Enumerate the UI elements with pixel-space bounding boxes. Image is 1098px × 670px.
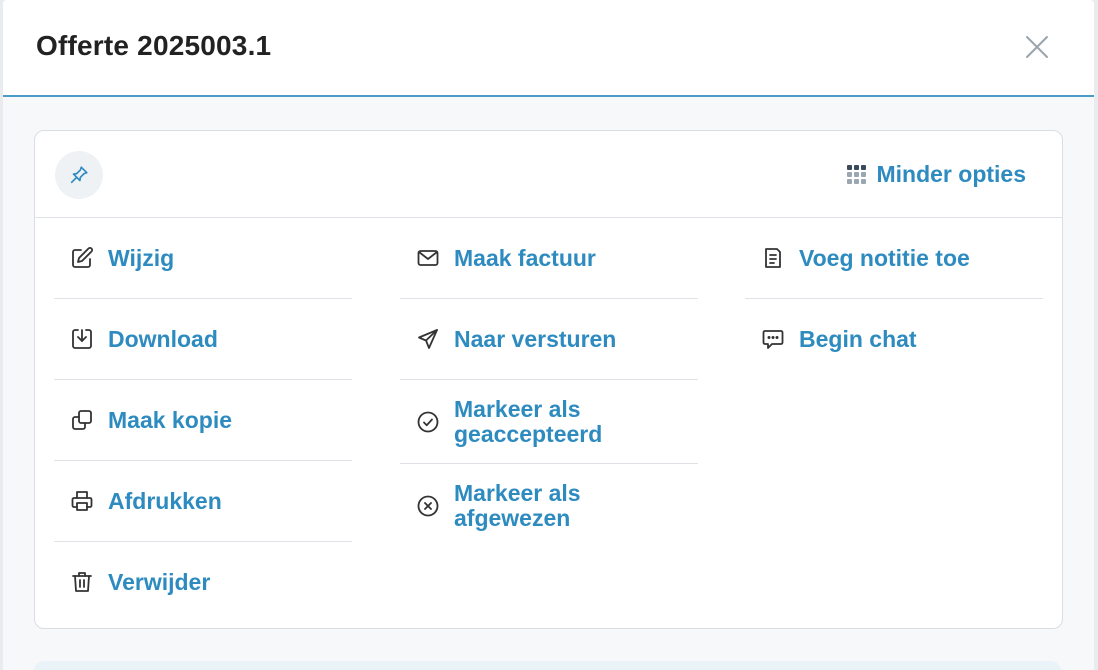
send-label: Naar versturen [454, 325, 617, 352]
actions-column-2: Maak factuur Naar versturen Markeer als … [400, 218, 698, 547]
check-circle-icon [415, 409, 441, 435]
download-icon [69, 326, 95, 352]
modal-title: Offerte 2025003.1 [36, 30, 272, 61]
pin-icon [70, 166, 88, 184]
pin-button[interactable] [55, 151, 103, 199]
less-options-button[interactable]: Minder opties [847, 159, 1026, 189]
download-label: Download [108, 325, 218, 352]
print-action[interactable]: Afdrukken [54, 461, 352, 542]
delete-action[interactable]: Verwijder [54, 542, 352, 622]
mark-rejected-action[interactable]: Markeer als afgewezen [400, 464, 698, 547]
mark-accepted-label: Markeer als geaccepteerd [454, 395, 603, 447]
mark-accepted-action[interactable]: Markeer als geaccepteerd [400, 380, 698, 464]
offer-modal: Offerte 2025003.1 Minder opties Wijzig D… [3, 0, 1094, 670]
start-chat-label: Begin chat [799, 325, 917, 352]
delete-label: Verwijder [108, 568, 211, 595]
actions-toolbar: Minder opties [35, 131, 1062, 218]
less-options-label: Minder opties [876, 160, 1026, 187]
create-invoice-action[interactable]: Maak factuur [400, 218, 698, 299]
copy-label: Maak kopie [108, 406, 232, 433]
create-invoice-label: Maak factuur [454, 244, 596, 271]
add-note-action[interactable]: Voeg notitie toe [745, 218, 1043, 299]
edit-label: Wijzig [108, 244, 175, 271]
send-action[interactable]: Naar versturen [400, 299, 698, 380]
actions-card: Minder opties Wijzig Download Maak kopie… [34, 130, 1063, 629]
start-chat-action[interactable]: Begin chat [745, 299, 1043, 379]
trash-icon [69, 569, 95, 595]
close-button[interactable] [1024, 34, 1050, 60]
note-icon [760, 245, 786, 271]
print-label: Afdrukken [108, 487, 222, 514]
grid-icon [847, 164, 867, 184]
copy-action[interactable]: Maak kopie [54, 380, 352, 461]
edit-icon [69, 245, 95, 271]
mark-rejected-label: Markeer als afgewezen [454, 479, 581, 531]
x-circle-icon [415, 493, 441, 519]
modal-header: Offerte 2025003.1 [3, 0, 1094, 97]
add-note-label: Voeg notitie toe [799, 244, 970, 271]
edit-action[interactable]: Wijzig [54, 218, 352, 299]
download-action[interactable]: Download [54, 299, 352, 380]
chat-icon [760, 326, 786, 352]
mail-icon [415, 245, 441, 271]
actions-column-1: Wijzig Download Maak kopie Afdrukken Ver… [54, 218, 352, 622]
send-icon [415, 326, 441, 352]
copy-icon [69, 407, 95, 433]
actions-column-3: Voeg notitie toe Begin chat [745, 218, 1043, 379]
next-section-edge [34, 661, 1061, 670]
close-icon [1026, 36, 1048, 58]
printer-icon [69, 488, 95, 514]
